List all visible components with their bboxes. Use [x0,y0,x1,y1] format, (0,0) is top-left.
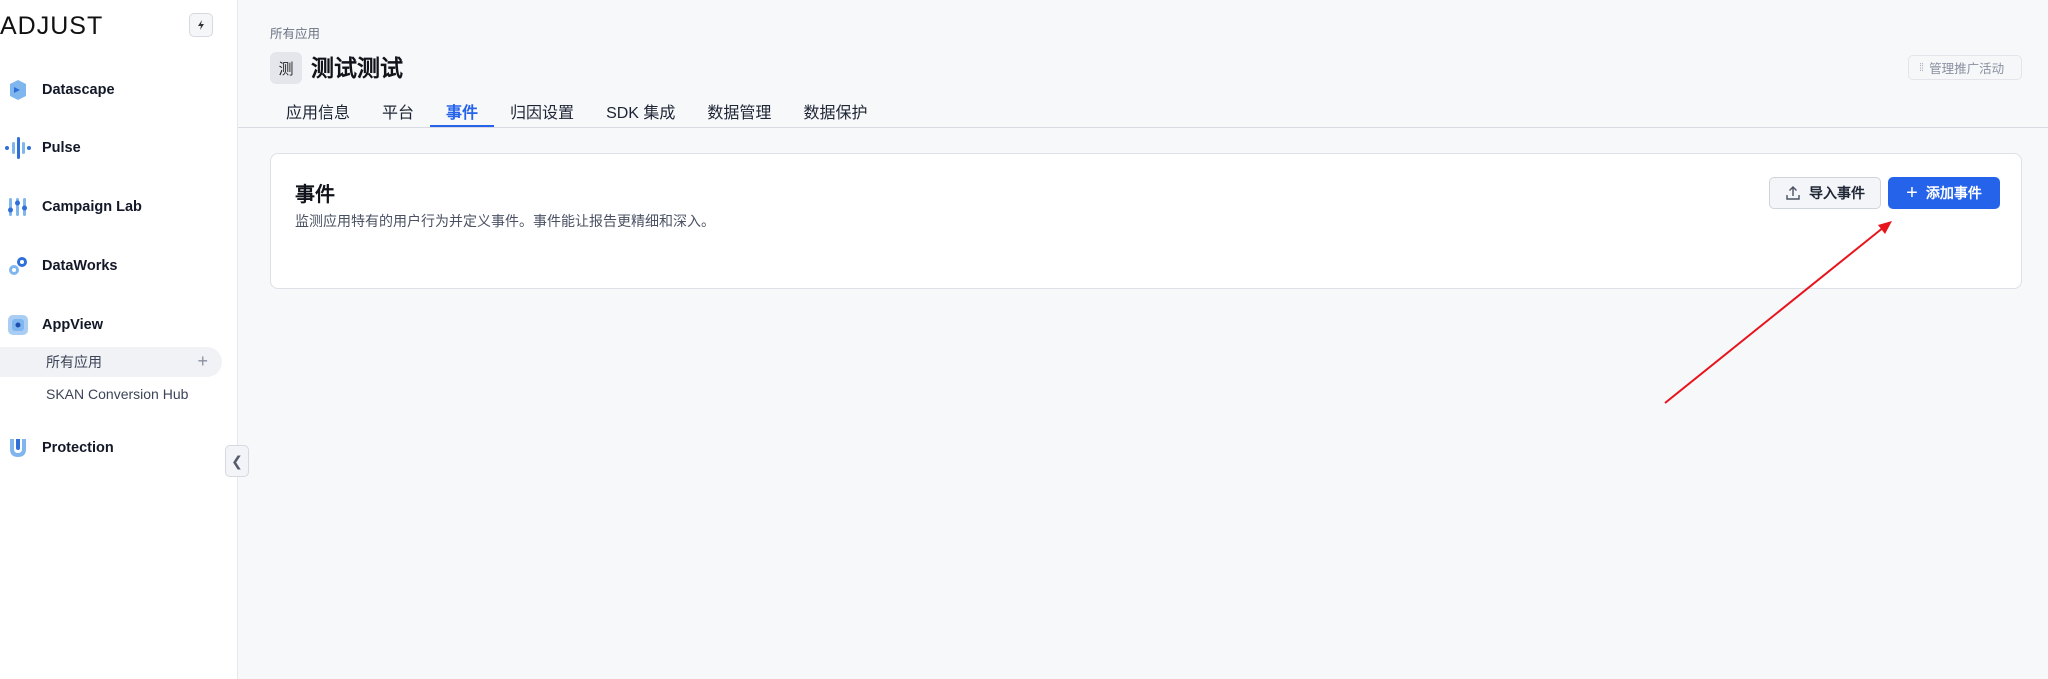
sidebar-subitem-all-apps[interactable]: 所有应用 + [0,347,222,377]
sidebar-item-label: Campaign Lab [42,199,142,215]
manage-campaigns-label: 管理推广活动 [1929,62,2005,76]
sidebar-item-protection[interactable]: Protection [0,433,238,463]
tabs-divider [238,127,2048,128]
sidebar-subitem-skan-hub[interactable]: SKAN Conversion Hub [0,379,222,409]
sidebar: ADJUST Datascape Pulse Campaign Lab Data… [0,0,238,679]
sidebar-item-dataworks[interactable]: DataWorks [0,251,238,281]
tab-attribution-settings[interactable]: 归因设置 [494,93,590,128]
bolt-icon [198,20,204,30]
sidebar-item-appview[interactable]: AppView [0,310,238,340]
app-avatar: 测 [270,52,302,84]
sidebar-item-pulse[interactable]: Pulse [0,133,238,163]
sidebar-item-label: Datascape [42,82,115,98]
events-card: 事件 监测应用特有的用户行为并定义事件。事件能让报告更精细和深入。 导入事件 +… [270,153,2022,289]
sidebar-item-label: AppView [42,317,103,333]
add-event-button[interactable]: + 添加事件 [1888,177,2000,209]
quick-actions-button[interactable] [189,13,213,37]
collapse-sidebar-button[interactable]: ❮ [225,445,249,477]
sidebar-subitem-label: 所有应用 [46,354,102,370]
protection-icon [5,435,31,461]
events-card-description: 监测应用特有的用户行为并定义事件。事件能让报告更精细和深入。 [295,213,715,229]
tab-data-protection[interactable]: 数据保护 [787,93,883,128]
import-events-button[interactable]: 导入事件 [1769,177,1881,209]
add-event-label: 添加事件 [1925,185,1982,201]
datascape-icon [5,77,31,103]
appview-icon [5,312,31,338]
events-card-title: 事件 [295,184,335,206]
sidebar-item-label: Pulse [42,140,81,156]
add-app-plus-icon[interactable]: + [197,351,208,371]
sidebar-subitem-label: SKAN Conversion Hub [46,386,189,402]
dataworks-icon [5,253,31,279]
sidebar-item-campaign-lab[interactable]: Campaign Lab [0,192,238,222]
sidebar-item-label: DataWorks [42,258,118,274]
chevron-left-icon: ❮ [231,452,243,469]
sidebar-item-label: Protection [42,440,114,456]
sidebar-item-datascape[interactable]: Datascape [0,75,238,105]
upload-icon [1786,186,1800,200]
campaign-lab-icon [5,194,31,220]
tab-app-info[interactable]: 应用信息 [270,93,366,128]
page-title: 测试测试 [311,55,403,81]
plus-icon: + [1906,182,1918,204]
app-tabs: 应用信息 平台 事件 归因设置 SDK 集成 数据管理 数据保护 [270,93,883,128]
adjust-logo[interactable]: ADJUST [0,12,103,41]
tab-platform[interactable]: 平台 [366,93,430,128]
pulse-icon [5,135,31,161]
grip-icon: ⁞⁞ [1919,61,1924,74]
breadcrumb[interactable]: 所有应用 [270,23,320,42]
manage-campaigns-button[interactable]: ⁞⁞ 管理推广活动 [1908,55,2022,80]
tab-events[interactable]: 事件 [430,93,495,128]
tab-data-management[interactable]: 数据管理 [691,93,787,128]
import-events-label: 导入事件 [1809,185,1865,201]
tab-sdk-integration[interactable]: SDK 集成 [590,93,691,128]
